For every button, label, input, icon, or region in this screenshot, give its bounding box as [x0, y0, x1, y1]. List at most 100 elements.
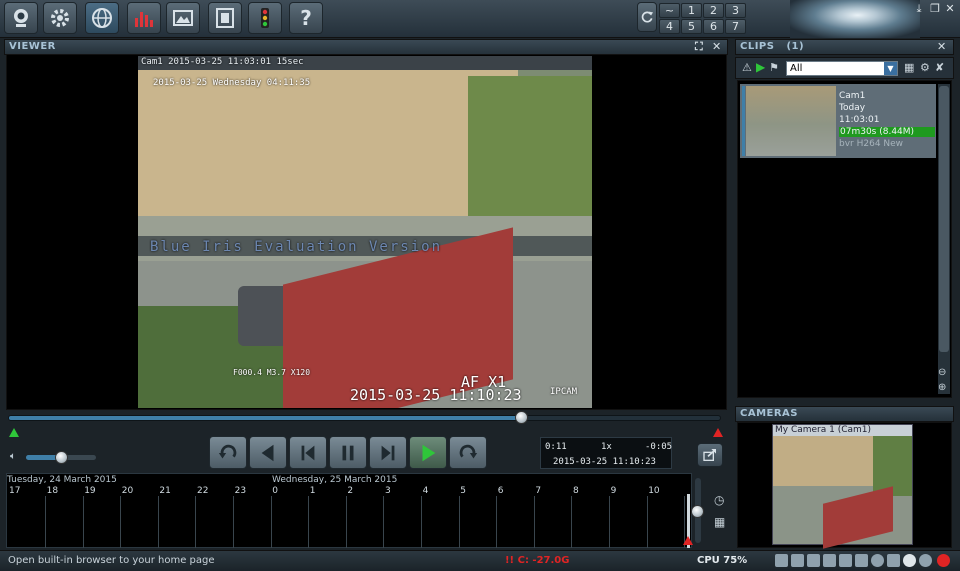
traffic-button[interactable]	[248, 2, 282, 34]
timeline-tick	[308, 496, 310, 548]
refresh-icon	[641, 11, 653, 23]
video-frame[interactable]: Cam1 2015-03-25 11:03:01 15sec 2015-03-2…	[138, 56, 592, 408]
calendar-icon[interactable]: ▦	[714, 515, 725, 529]
power-icon[interactable]	[919, 554, 932, 567]
email-icon[interactable]	[839, 554, 852, 567]
pause-button[interactable]	[329, 436, 367, 469]
clip-list-item[interactable]	[740, 84, 936, 158]
layout-button[interactable]: 4	[659, 19, 680, 34]
timeline-zoom-handle[interactable]	[691, 505, 704, 518]
alert-marker	[683, 536, 693, 545]
pause-icon	[342, 445, 354, 460]
export-button[interactable]	[697, 443, 723, 467]
clips-scrollbar[interactable]	[938, 84, 950, 394]
layout-button[interactable]: 2	[703, 3, 724, 18]
timeline-hour-label: 3	[385, 486, 391, 496]
clips-button[interactable]	[208, 2, 242, 34]
seek-bar[interactable]	[8, 411, 721, 424]
cpu-usage: CPU 75%	[697, 555, 748, 566]
close-icon[interactable]: ✕	[944, 3, 956, 15]
info-icon[interactable]	[871, 554, 884, 567]
timeline-hour-label: 20	[121, 486, 134, 496]
zoom-out-icon[interactable]: ⊖	[938, 367, 946, 378]
calendar-filter-icon[interactable]: ▦	[904, 61, 914, 74]
speaker-icon[interactable]: 🔈︎	[10, 451, 16, 462]
layout-button[interactable]: ~	[659, 3, 680, 18]
layout-button[interactable]: 5	[681, 19, 702, 34]
playback-time-display: 0:11 1x -0:05 2015-03-25 11:10:23	[540, 437, 672, 469]
volume-slider[interactable]	[26, 451, 96, 464]
timeline-tick	[421, 496, 422, 548]
network-icon[interactable]	[855, 554, 868, 567]
skip-back-button[interactable]	[289, 436, 327, 469]
warning-icon[interactable]	[887, 554, 900, 567]
server-icon[interactable]	[823, 554, 836, 567]
undo-button[interactable]	[209, 436, 247, 469]
play-clips-icon[interactable]: ▶	[756, 60, 765, 74]
volume-handle[interactable]	[55, 451, 68, 464]
osd-lens-text: F000.4 M3.7 X120	[233, 368, 311, 377]
clock-icon[interactable]: ◷	[714, 493, 724, 507]
range-end-marker[interactable]	[713, 428, 723, 437]
layout-button[interactable]: 6	[703, 19, 724, 34]
cameras-header: CAMERAS	[735, 406, 954, 422]
redo-button[interactable]	[449, 436, 487, 469]
clip-thumbnail	[746, 86, 836, 156]
alert-icon[interactable]: ⚠	[742, 61, 752, 74]
clips-scrollbar-thumb[interactable]	[939, 86, 949, 352]
restore-icon[interactable]: ❐	[929, 3, 941, 15]
mobile-icon[interactable]	[807, 554, 820, 567]
camera-preview-truck	[823, 486, 893, 549]
timeline-hour-label: 0	[272, 486, 278, 496]
timeline[interactable]: Tuesday, 24 March 2015 Wednesday, 25 Mar…	[6, 473, 693, 548]
camera-tile[interactable]: My Camera 1 (Cam1)	[772, 424, 913, 549]
remote-icon[interactable]	[791, 554, 804, 567]
timeline-tick	[233, 496, 234, 548]
tree-area	[468, 76, 592, 236]
clips-filter-select[interactable]: All ▼	[786, 61, 898, 76]
web-browser-button[interactable]	[85, 2, 119, 34]
viewer-header: VIEWER ⛶ ✕	[4, 39, 728, 55]
layout-button[interactable]: 7	[725, 19, 746, 34]
help-button[interactable]: ?	[289, 2, 323, 34]
settings-button[interactable]	[43, 2, 77, 34]
range-start-marker[interactable]	[9, 428, 19, 437]
timeline-tick	[345, 496, 347, 548]
timeline-hour-label: 1	[309, 486, 316, 496]
clips-close-icon[interactable]: ✕	[937, 41, 947, 53]
phone-icon[interactable]	[775, 554, 788, 567]
layout-toggle-button[interactable]	[637, 2, 657, 32]
timeline-tick	[383, 496, 385, 548]
timeline-hour-label: 10	[648, 486, 660, 496]
fullscreen-icon[interactable]: ⛶	[695, 41, 703, 53]
timeline-zoom-slider[interactable]	[691, 478, 704, 543]
timeline-tick	[270, 496, 272, 548]
skip-forward-icon	[381, 445, 395, 460]
minimize-icon[interactable]: ⤓	[913, 3, 925, 15]
seek-handle[interactable]	[514, 411, 528, 424]
svg-text:?: ?	[300, 6, 312, 30]
delete-icon[interactable]: ✘	[935, 61, 944, 74]
flag-icon[interactable]: ⚑	[769, 61, 779, 74]
clips-header: CLIPS (1) ✕	[735, 39, 954, 55]
stop-icon[interactable]	[937, 554, 950, 567]
timeline-tick	[646, 496, 648, 548]
user-icon[interactable]	[903, 554, 916, 567]
layout-button[interactable]: 3	[725, 3, 746, 18]
status-message: Open built-in browser to your home page	[8, 555, 215, 566]
seek-progress	[9, 416, 521, 420]
timeline-hour-label: 6	[497, 486, 504, 496]
images-button[interactable]	[166, 2, 200, 34]
clips-settings-icon[interactable]: ⚙	[920, 61, 930, 74]
skip-forward-button[interactable]	[369, 436, 407, 469]
layout-button[interactable]: 1	[681, 3, 702, 18]
play-button[interactable]	[409, 436, 447, 469]
webcam-icon	[14, 9, 28, 27]
chevron-down-icon[interactable]: ▼	[884, 62, 897, 75]
previous-button[interactable]	[249, 436, 287, 469]
viewer-close-icon[interactable]: ✕	[712, 41, 722, 53]
webcam-button[interactable]	[4, 2, 38, 34]
statistics-button[interactable]	[127, 2, 161, 34]
timeline-hour-label: 8	[573, 486, 579, 496]
zoom-in-icon[interactable]: ⊕	[938, 382, 946, 393]
